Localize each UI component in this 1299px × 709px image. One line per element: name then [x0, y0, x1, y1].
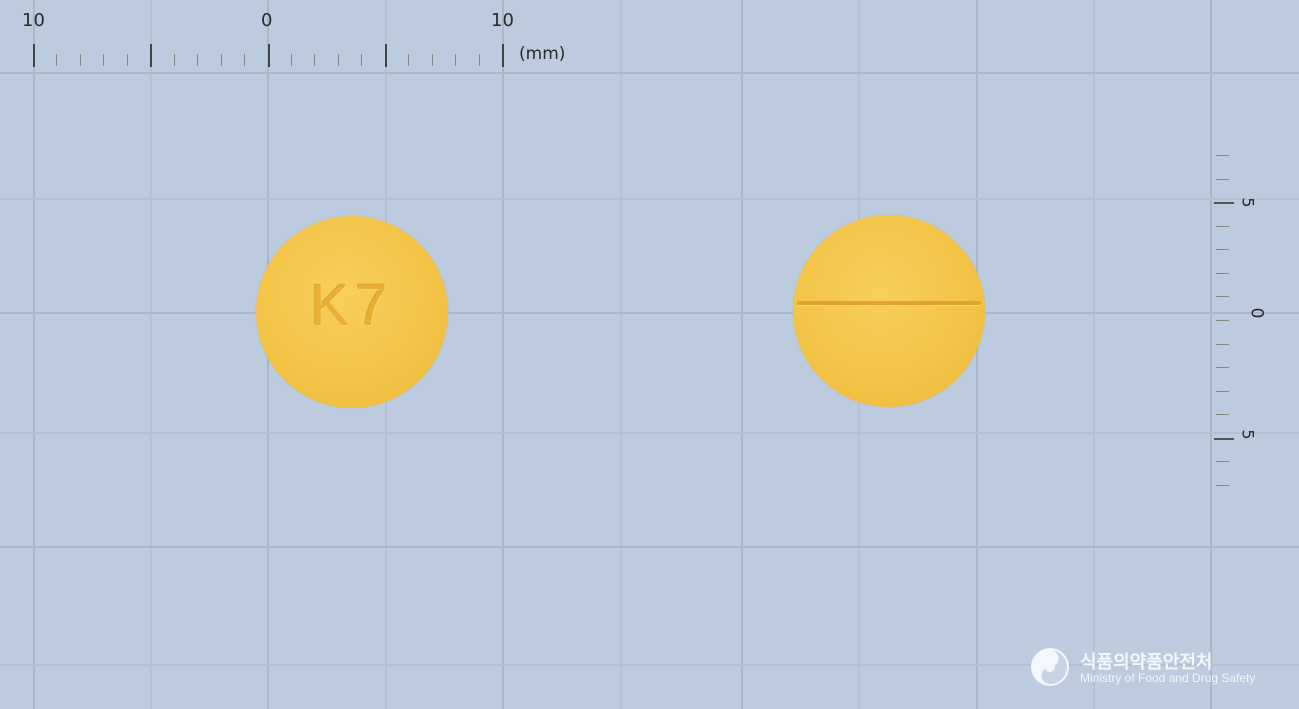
ruler-tick [1216, 155, 1229, 156]
ruler-tick [150, 44, 152, 67]
ruler-tick [56, 54, 57, 66]
grid-line [150, 0, 152, 709]
ruler-tick [1216, 296, 1229, 297]
grid-line [0, 72, 1299, 74]
grid-line [502, 0, 504, 709]
pill-front: K7 [256, 216, 448, 408]
watermark-english: Ministry of Food and Drug Safety [1080, 671, 1256, 685]
ruler-label: 10 [491, 10, 514, 31]
ruler-label: 5 [1238, 429, 1258, 440]
ruler-tick [385, 44, 387, 67]
grid-line [620, 0, 622, 709]
pill-back [793, 215, 985, 407]
grid-line [0, 312, 1299, 314]
ruler-tick [432, 54, 433, 66]
ruler-tick [174, 54, 175, 66]
ruler-tick [1216, 344, 1229, 345]
ruler-label: 5 [1238, 197, 1258, 208]
ruler-unit: (mm) [519, 44, 566, 64]
ruler-tick [127, 54, 128, 66]
ruler-label: 0 [1246, 307, 1267, 319]
grid-line [741, 0, 743, 709]
ruler-tick [1216, 273, 1229, 274]
ruler-tick [33, 44, 35, 67]
ruler-tick [408, 54, 409, 66]
ruler-tick [1216, 461, 1229, 462]
grid-line [0, 198, 1299, 200]
ruler-tick [1216, 249, 1229, 250]
ruler-label: 0 [261, 10, 273, 31]
ruler-tick [103, 54, 104, 66]
pill-score-line [797, 301, 981, 305]
grid-line [1210, 0, 1212, 709]
ruler-tick [1214, 202, 1234, 204]
grid-line [976, 0, 978, 709]
ruler-tick [1216, 485, 1229, 486]
pill-imprint: K7 [310, 273, 394, 338]
ruler-label: 10 [22, 10, 45, 31]
ruler-tick [1216, 179, 1229, 180]
ruler-tick [268, 44, 270, 67]
ruler-tick [244, 54, 245, 66]
ruler-tick [221, 54, 222, 66]
ruler-tick [1214, 438, 1234, 440]
ruler-tick [338, 54, 339, 66]
ruler-tick [361, 54, 362, 66]
ruler-tick [1216, 320, 1229, 321]
grid-line [0, 546, 1299, 548]
ruler-tick [1216, 414, 1229, 415]
ruler-tick [1216, 367, 1229, 368]
grid-line [33, 0, 35, 709]
ruler-tick [197, 54, 198, 66]
ruler-tick [455, 54, 456, 66]
grid-line [0, 432, 1299, 434]
ruler-tick [314, 54, 315, 66]
ruler-tick [479, 54, 480, 66]
grid-line [1093, 0, 1095, 709]
ruler-tick [502, 44, 504, 67]
ruler-tick [1216, 226, 1229, 227]
ruler-tick [1216, 391, 1229, 392]
government-emblem-icon [1031, 648, 1069, 686]
ruler-tick [80, 54, 81, 66]
ruler-tick [291, 54, 292, 66]
